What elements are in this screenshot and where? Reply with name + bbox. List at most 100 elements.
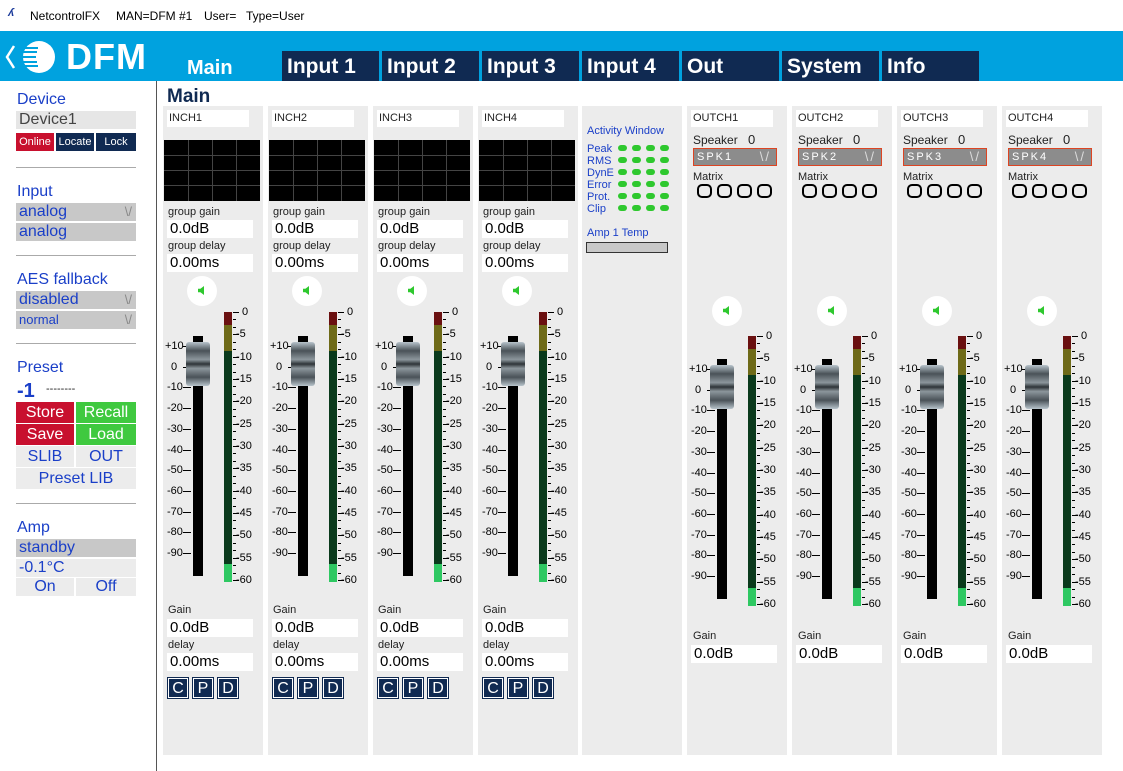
group-gain-field[interactable]: 0.0dB	[272, 220, 358, 238]
matrix-toggle[interactable]	[757, 184, 772, 198]
fader-knob[interactable]	[501, 342, 525, 386]
meter-tick	[1072, 343, 1075, 345]
group-delay-field[interactable]: 0.00ms	[167, 254, 253, 272]
matrix-toggle[interactable]	[737, 184, 752, 198]
tab-main[interactable]: Main	[182, 51, 278, 81]
gain-field[interactable]: 0.0dB	[691, 645, 777, 663]
matrix-toggle[interactable]	[697, 184, 712, 198]
speaker-select[interactable]: SPK1 \/	[693, 148, 777, 166]
fader-knob[interactable]	[291, 342, 315, 386]
cpd-button-p[interactable]: P	[507, 677, 529, 699]
recall-button[interactable]: Recall	[76, 402, 136, 423]
cpd-button-d[interactable]: D	[322, 677, 344, 699]
cpd-button-c[interactable]: C	[167, 677, 189, 699]
fader-knob[interactable]	[920, 365, 944, 409]
load-button[interactable]: Load	[76, 424, 136, 445]
fader-knob[interactable]	[710, 365, 734, 409]
matrix-toggle[interactable]	[907, 184, 922, 198]
meter-tick-label: -35	[1075, 486, 1091, 499]
meter-tick	[338, 341, 341, 343]
delay-field[interactable]: 0.00ms	[272, 653, 358, 671]
cpd-button-p[interactable]: P	[297, 677, 319, 699]
tab-input-2[interactable]: Input 2	[382, 51, 479, 81]
speaker-select[interactable]: SPK3 \/	[903, 148, 987, 166]
gain-field[interactable]: 0.0dB	[272, 619, 358, 637]
speaker-mute-icon[interactable]	[187, 276, 217, 306]
gain-field[interactable]: 0.0dB	[1006, 645, 1092, 663]
locate-button[interactable]: Locate	[56, 133, 94, 151]
gain-field[interactable]: 0.0dB	[796, 645, 882, 663]
group-delay-field[interactable]: 0.00ms	[482, 254, 568, 272]
cpd-button-d[interactable]: D	[532, 677, 554, 699]
amp-off-button[interactable]: Off	[76, 578, 136, 596]
matrix-toggle[interactable]	[802, 184, 817, 198]
online-button[interactable]: Online	[16, 133, 54, 151]
speaker-mute-icon[interactable]	[397, 276, 427, 306]
delay-field[interactable]: 0.00ms	[167, 653, 253, 671]
speaker-select[interactable]: SPK2 \/	[798, 148, 882, 166]
fader-knob[interactable]	[815, 365, 839, 409]
cpd-button-d[interactable]: D	[427, 677, 449, 699]
preset-lib-button[interactable]: Preset LIB	[16, 468, 136, 489]
matrix-toggle[interactable]	[947, 184, 962, 198]
delay-field[interactable]: 0.00ms	[482, 653, 568, 671]
matrix-toggle[interactable]	[1072, 184, 1087, 198]
tab-info[interactable]: Info	[882, 51, 979, 81]
matrix-toggle[interactable]	[1032, 184, 1047, 198]
matrix-toggle[interactable]	[927, 184, 942, 198]
input-select[interactable]: analog \/	[16, 203, 136, 221]
fader-knob[interactable]	[186, 342, 210, 386]
gain-field[interactable]: 0.0dB	[377, 619, 463, 637]
cpd-button-p[interactable]: P	[192, 677, 214, 699]
gain-field[interactable]: 0.0dB	[167, 619, 253, 637]
group-gain-field[interactable]: 0.0dB	[377, 220, 463, 238]
matrix-toggle[interactable]	[1052, 184, 1067, 198]
tab-out[interactable]: Out	[682, 51, 779, 81]
save-button[interactable]: Save	[16, 424, 74, 445]
speaker-mute-icon[interactable]	[502, 276, 532, 306]
matrix-toggle[interactable]	[967, 184, 982, 198]
tab-system[interactable]: System	[782, 51, 879, 81]
meter-tick	[757, 365, 760, 367]
lock-button[interactable]: Lock	[96, 133, 136, 151]
matrix-toggle[interactable]	[1012, 184, 1027, 198]
matrix-toggle[interactable]	[862, 184, 877, 198]
store-button[interactable]: Store	[16, 402, 74, 423]
gain-field[interactable]: 0.0dB	[482, 619, 568, 637]
meter-tick-label: -40	[865, 508, 881, 521]
matrix-toggle[interactable]	[717, 184, 732, 198]
tab-input-4[interactable]: Input 4	[582, 51, 679, 81]
speaker-mute-icon[interactable]	[712, 296, 742, 326]
matrix-toggle[interactable]	[822, 184, 837, 198]
delay-field[interactable]: 0.00ms	[377, 653, 463, 671]
gain-field[interactable]: 0.0dB	[901, 645, 987, 663]
speaker-mute-icon[interactable]	[1027, 296, 1057, 326]
tab-input-3[interactable]: Input 3	[482, 51, 579, 81]
group-gain-field[interactable]: 0.0dB	[167, 220, 253, 238]
aes-select[interactable]: disabled \/	[16, 291, 136, 309]
matrix-toggle[interactable]	[842, 184, 857, 198]
fader-knob[interactable]	[396, 342, 420, 386]
cpd-button-c[interactable]: C	[377, 677, 399, 699]
group-delay-field[interactable]: 0.00ms	[272, 254, 358, 272]
speaker-mute-icon[interactable]	[922, 296, 952, 326]
slib-button[interactable]: SLIB	[16, 446, 74, 467]
speaker-mute-icon[interactable]	[292, 276, 322, 306]
group-gain-field[interactable]: 0.0dB	[482, 220, 568, 238]
fader-tick	[812, 451, 820, 453]
cpd-button-d[interactable]: D	[217, 677, 239, 699]
speaker-select[interactable]: SPK4 \/	[1008, 148, 1092, 166]
group-delay-field[interactable]: 0.00ms	[377, 254, 463, 272]
tab-input-1[interactable]: Input 1	[282, 51, 379, 81]
matrix-label: Matrix	[903, 171, 933, 183]
cpd-button-c[interactable]: C	[272, 677, 294, 699]
speaker-mute-icon[interactable]	[817, 296, 847, 326]
cpd-button-p[interactable]: P	[402, 677, 424, 699]
amp-on-button[interactable]: On	[16, 578, 74, 596]
aes-mode-select[interactable]: normal \/	[16, 311, 136, 329]
out-button[interactable]: OUT	[76, 446, 136, 467]
fader-knob[interactable]	[1025, 365, 1049, 409]
device-name-field[interactable]: Device1	[16, 111, 136, 129]
fader-tick	[917, 451, 925, 453]
cpd-button-c[interactable]: C	[482, 677, 504, 699]
